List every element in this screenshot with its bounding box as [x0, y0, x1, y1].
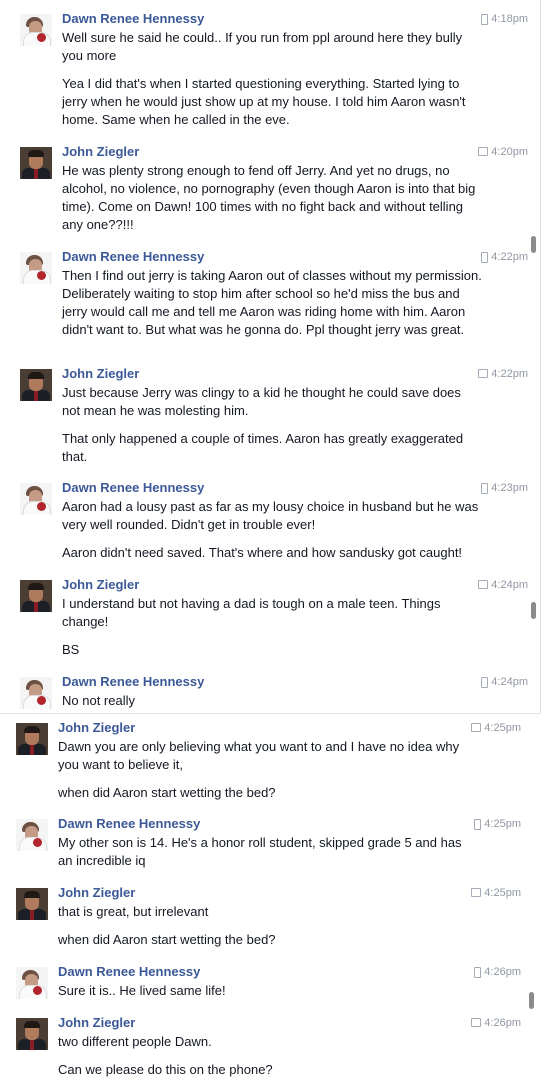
mobile-phone-icon [481, 676, 489, 688]
timestamp: 4:26pm [471, 1015, 521, 1031]
chat-bubble-icon [471, 1017, 482, 1027]
mobile-phone-icon [481, 482, 489, 494]
sender-name[interactable]: John Ziegler [62, 366, 139, 382]
chat-history-panel-1[interactable]: Dawn Renee Hennessy 4:18pm Well sure he … [0, 0, 541, 714]
message-text: My other son is 14. He's a honor roll st… [58, 835, 466, 868]
message-text: BS [62, 642, 80, 657]
avatar[interactable] [20, 252, 52, 284]
chat-bubble-icon [471, 887, 482, 897]
timestamp: 4:20pm [478, 144, 528, 160]
message-text: Can we please do this on the phone? [58, 1062, 273, 1077]
timestamp: 4:25pm [471, 720, 521, 736]
avatar[interactable] [16, 723, 48, 755]
avatar[interactable] [20, 369, 52, 401]
scrollbar-thumb[interactable] [531, 236, 536, 253]
mobile-phone-icon [481, 251, 489, 263]
timestamp: 4:24pm [478, 577, 528, 593]
sender-name[interactable]: John Ziegler [58, 885, 135, 901]
avatar[interactable] [20, 483, 52, 515]
chat-bubble-icon [471, 722, 482, 732]
mobile-phone-icon [474, 966, 482, 978]
timestamp: 4:18pm [481, 11, 528, 27]
message-text: Yea I did that's when I started question… [62, 76, 470, 127]
message-text: Aaron had a lousy past as far as my lous… [62, 499, 482, 532]
timestamp: 4:24pm [481, 674, 528, 690]
sender-name[interactable]: John Ziegler [58, 1015, 135, 1031]
avatar[interactable] [20, 14, 52, 46]
chat-bubble-icon [478, 579, 489, 589]
scrollbar-thumb[interactable] [529, 992, 534, 1009]
sender-name[interactable]: John Ziegler [62, 144, 139, 160]
sender-name[interactable]: John Ziegler [62, 577, 139, 593]
avatar[interactable] [20, 677, 52, 709]
message-text: Well sure he said he could.. If you run … [62, 30, 466, 63]
message-text: when did Aaron start wetting the bed? [58, 932, 276, 947]
message-text: two different people Dawn. [58, 1034, 212, 1049]
scrollbar-thumb[interactable] [531, 602, 536, 619]
timestamp: 4:25pm [474, 816, 521, 832]
sender-name[interactable]: Dawn Renee Hennessy [58, 816, 200, 832]
message-text: He was plenty strong enough to fend off … [62, 163, 480, 232]
mobile-phone-icon [481, 13, 489, 25]
chat-bubble-icon [478, 368, 489, 378]
message-text: That only happened a couple of times. Aa… [62, 431, 467, 464]
message-text: Then I find out jerry is taking Aaron ou… [62, 268, 486, 337]
avatar[interactable] [16, 967, 48, 999]
avatar[interactable] [16, 819, 48, 851]
sender-name[interactable]: Dawn Renee Hennessy [62, 480, 204, 496]
mobile-phone-icon [474, 818, 482, 830]
timestamp: 4:22pm [481, 249, 528, 265]
message-text: Dawn you are only believing what you wan… [58, 739, 463, 772]
timestamp: 4:25pm [471, 885, 521, 901]
chat-history-panel-2[interactable]: John Ziegler 4:25pm Dawn you are only be… [0, 714, 545, 1089]
message-text: I understand but not having a dad is tou… [62, 596, 445, 629]
sender-name[interactable]: Dawn Renee Hennessy [62, 11, 204, 27]
avatar[interactable] [16, 888, 48, 920]
message-text: No not really [62, 693, 135, 708]
sender-name[interactable]: John Ziegler [58, 720, 135, 736]
sender-name[interactable]: Dawn Renee Hennessy [62, 674, 204, 690]
avatar[interactable] [20, 580, 52, 612]
message-text: Aaron didn't need saved. That's where an… [62, 545, 463, 560]
chat-bubble-icon [478, 146, 489, 156]
sender-name[interactable]: Dawn Renee Hennessy [58, 964, 200, 980]
message-text: Sure it is.. He lived same life! [58, 983, 226, 998]
avatar[interactable] [20, 147, 52, 179]
message-text: Just because Jerry was clingy to a kid h… [62, 385, 465, 418]
avatar[interactable] [16, 1018, 48, 1050]
timestamp: 4:23pm [481, 480, 528, 496]
message-text: that is great, but irrelevant [58, 904, 209, 919]
timestamp: 4:22pm [478, 366, 528, 382]
message-text: when did Aaron start wetting the bed? [58, 785, 276, 800]
sender-name[interactable]: Dawn Renee Hennessy [62, 249, 204, 265]
timestamp: 4:26pm [474, 964, 521, 980]
